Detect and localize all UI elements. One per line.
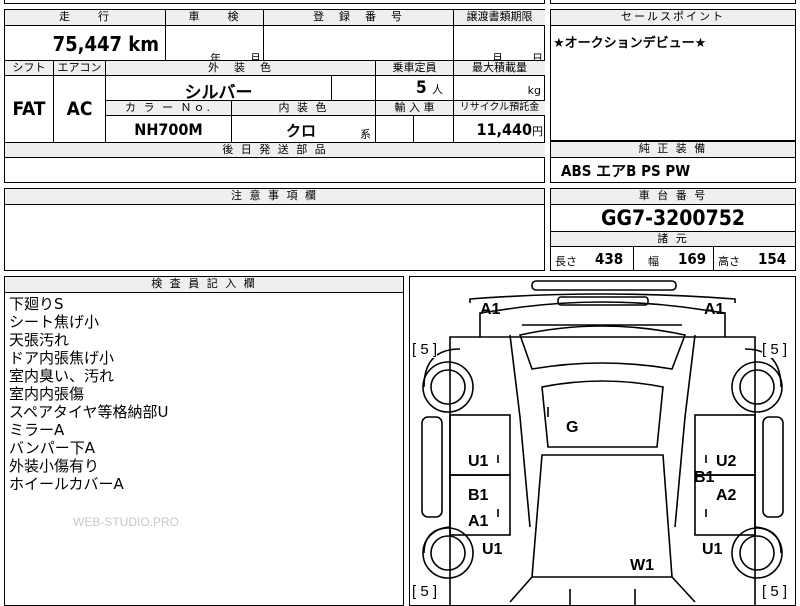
equipment-header: 純 正 装 備 <box>551 142 795 158</box>
car-diagram <box>421 280 784 605</box>
height-label: 高さ <box>718 255 740 268</box>
sales-point-text: ★オークションデビュー★ <box>553 36 707 51</box>
recycle-value: 11,440円 <box>453 116 545 142</box>
inspector-header: 検 査 員 記 入 欄 <box>5 277 403 293</box>
exterior-color-value: シルバー <box>105 76 331 103</box>
chassis-value: GG7-3200752 <box>600 206 746 230</box>
equipment-value: ABS エアB PS PW <box>561 162 691 180</box>
tire-front-right: [ 5 ] <box>762 341 788 358</box>
mark-left-door-rear-top: B1 <box>468 487 489 504</box>
import-header: 輸 入 車 <box>375 100 453 116</box>
aircon-header: エアコン <box>53 60 105 76</box>
tire-rear-left: [ 5 ] <box>412 583 438 600</box>
color-no-value: NH700M <box>105 116 231 142</box>
capacity-unit: 人 <box>432 83 443 96</box>
import-value-b <box>413 116 453 142</box>
interior-color-header: 内 装 色 <box>231 100 375 116</box>
watermark: WEB-STUDIO.PRO <box>73 515 180 529</box>
equipment-box: 純 正 装 備 ABS エアB PS PW <box>550 141 796 183</box>
max-load-header: 最大積載量 <box>453 60 545 76</box>
inspection-header: 車 検 <box>165 10 263 26</box>
shift-value: FAT <box>12 98 46 120</box>
color-no-header: カ ラ ー Ｎｏ. <box>105 100 231 116</box>
tire-rear-right: [ 5 ] <box>762 583 788 600</box>
mark-right-door-front: U2 <box>716 453 737 470</box>
length-label: 長さ <box>555 255 577 268</box>
width-label: 幅 <box>648 255 659 268</box>
inspector-note: 外装小傷有り <box>9 457 100 475</box>
mileage-number: 75,447 <box>52 32 123 56</box>
height-cell: 高さ 154 <box>713 247 795 271</box>
mark-left-door-rear-bottom: A1 <box>468 513 489 530</box>
sales-point-header: セールスポイント <box>551 10 795 26</box>
dims-header: 諸 元 <box>551 231 795 247</box>
inspector-note: バンパー下A <box>9 439 96 457</box>
capacity-number: 5 <box>416 78 427 98</box>
mileage-unit: km <box>128 32 159 56</box>
inspector-notes: 下廻りS シート焦げ小 天張汚れ ドア内張焦げ小 室内臭い、汚れ 室内内張傷 スペアタイヤ等… <box>9 295 399 493</box>
interior-color-value: クロ 系 <box>231 116 375 142</box>
inspector-note: シート焦げ小 <box>9 313 100 331</box>
mark-roof: G <box>566 419 579 436</box>
chassis-header: 車 台 番 号 <box>551 189 795 205</box>
sales-point-box: セールスポイント ★オークションデビュー★ <box>550 9 796 141</box>
shift-header: シフト <box>5 60 53 76</box>
inspector-note: スペアタイヤ等格納部U <box>9 403 169 421</box>
import-value-a <box>375 116 413 142</box>
interior-color-text: クロ <box>286 122 317 140</box>
height-value: 154 <box>758 250 787 268</box>
mark-rear-glass: W1 <box>630 557 654 574</box>
capacity-header: 乗車定員 <box>375 60 453 76</box>
later-parts-header: 後 日 発 送 部 品 <box>5 142 545 158</box>
inspector-note: 室内臭い、汚れ <box>9 367 115 385</box>
length-cell: 長さ 438 <box>551 247 633 271</box>
vehicle-info-table: 走 行 車 検 登 録 番 号 譲渡書類期限 75,447 km 年 月 月 日… <box>4 9 545 183</box>
inspector-note: ミラーA <box>9 421 65 439</box>
mileage-header: 走 行 <box>5 10 165 26</box>
interior-suffix: 系 <box>360 128 371 141</box>
inspector-note: 天張汚れ <box>9 331 70 349</box>
inspector-note: ホイールカバーA <box>9 475 124 493</box>
chassis-box: 車 台 番 号 GG7-3200752 諸 元 長さ 438 幅 169 高さ … <box>550 188 796 271</box>
inspector-note: 下廻りS <box>9 295 64 313</box>
inspector-note: ドア内張焦げ小 <box>9 349 115 367</box>
width-cell: 幅 169 <box>633 247 713 271</box>
capacity-value: 5 人 <box>375 76 453 100</box>
recycle-unit: 円 <box>532 125 543 138</box>
mark-right-rear-wheel: U1 <box>702 541 723 558</box>
inspector-note: 室内内張傷 <box>9 385 85 403</box>
mark-left-door-front: U1 <box>468 453 489 470</box>
mark-left-rear-wheel: U1 <box>482 541 503 558</box>
inspector-box: 検 査 員 記 入 欄 下廻りS シート焦げ小 天張汚れ ドア内張焦げ小 室内臭い、汚れ… <box>4 276 404 606</box>
car-diagram-box: A1 A1 G U1 B1 A1 U2 B1 A2 U1 U1 W1 [ 5 ]… <box>409 276 796 606</box>
mark-front-right: A1 <box>704 301 725 318</box>
caution-header: 注 意 事 項 欄 <box>5 189 544 205</box>
tire-front-left: [ 5 ] <box>412 341 438 358</box>
exterior-color-sub <box>331 76 375 100</box>
mark-right-door-rear-small: B1 <box>694 469 715 486</box>
width-value: 169 <box>678 250 707 268</box>
transfer-deadline-header: 譲渡書類期限 <box>453 10 545 26</box>
recycle-header: リサイクル預託金 <box>453 100 545 116</box>
top-strip <box>4 0 545 4</box>
mark-right-door-rear: A2 <box>716 487 737 504</box>
max-load-unit: kg <box>527 84 541 97</box>
exterior-color-header: 外 装 色 <box>105 60 375 76</box>
registration-header: 登 録 番 号 <box>263 10 453 26</box>
mark-front-left: A1 <box>480 301 501 318</box>
aircon-value: AC <box>53 76 105 142</box>
max-load-value: kg <box>453 76 545 100</box>
recycle-number: 11,440 <box>476 120 532 139</box>
length-value: 438 <box>595 250 624 268</box>
top-strip-right <box>550 0 796 4</box>
caution-box: 注 意 事 項 欄 <box>4 188 545 271</box>
